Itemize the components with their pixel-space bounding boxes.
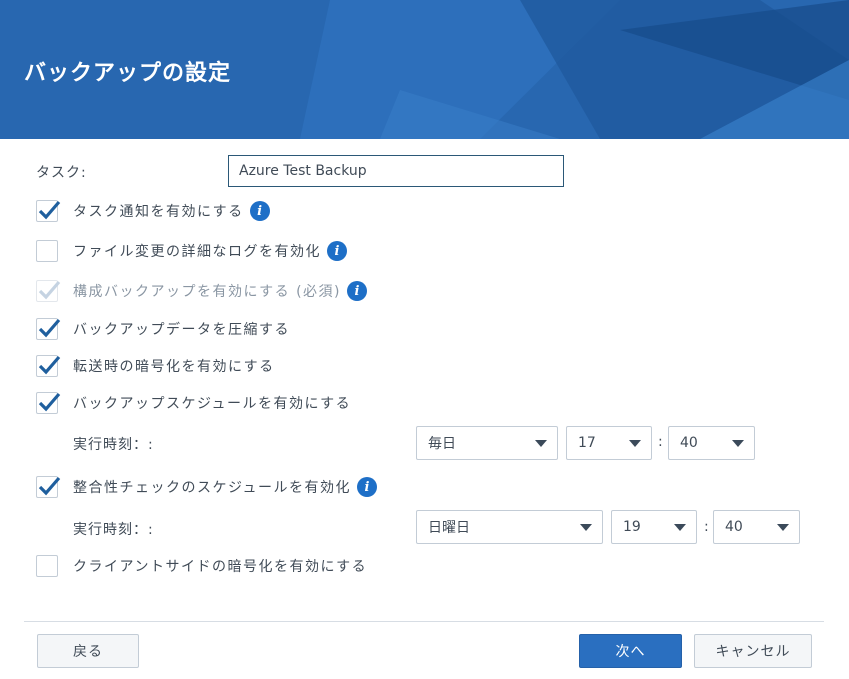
chevron-down-icon: [732, 440, 744, 447]
chevron-down-icon: [535, 440, 547, 447]
compress-data-checkbox[interactable]: [36, 318, 61, 340]
compress-data-label: バックアップデータを圧縮する: [73, 322, 290, 338]
backup-run-time-label: 実行時刻：:: [73, 437, 154, 453]
chevron-down-icon: [629, 440, 641, 447]
option-config-backup: 構成バックアップを有効にする (必須) i: [36, 278, 368, 304]
checkmark-icon: [38, 318, 61, 338]
time-separator: :: [658, 434, 663, 450]
header-banner: バックアップの設定: [0, 0, 849, 139]
backup-frequency-select[interactable]: 毎日: [416, 426, 558, 460]
backup-minute-select[interactable]: 40: [668, 426, 755, 460]
task-notification-checkbox[interactable]: [36, 200, 61, 222]
info-icon[interactable]: i: [357, 477, 378, 497]
footer-divider: [24, 621, 824, 622]
client-side-encryption-label: クライアントサイドの暗号化を有効にする: [73, 559, 368, 575]
info-icon[interactable]: i: [347, 281, 368, 301]
next-button[interactable]: 次へ: [579, 634, 682, 668]
task-notification-label: タスク通知を有効にする: [73, 204, 244, 220]
task-name-input[interactable]: [228, 155, 564, 187]
checkmark-icon: [38, 392, 61, 412]
integrity-check-label: 整合性チェックのスケジュールを有効化: [73, 480, 352, 496]
chevron-down-icon: [674, 524, 686, 531]
backup-schedule-label: バックアップスケジュールを有効にする: [73, 396, 352, 412]
option-compress-data[interactable]: バックアップデータを圧縮する: [36, 316, 290, 342]
info-icon[interactable]: i: [249, 201, 270, 221]
backup-minute-value: 40: [680, 435, 698, 451]
integrity-run-time-label: 実行時刻：:: [73, 522, 154, 538]
backup-hour-select[interactable]: 17: [566, 426, 652, 460]
config-backup-label: 構成バックアップを有効にする (必須): [73, 284, 342, 300]
checkmark-icon: [38, 355, 61, 375]
client-side-encryption-checkbox[interactable]: [36, 555, 58, 577]
backup-schedule-checkbox[interactable]: [36, 392, 61, 414]
option-integrity-check[interactable]: 整合性チェックのスケジュールを有効化 i: [36, 474, 378, 500]
checkmark-icon: [38, 476, 61, 496]
option-file-change-log[interactable]: ファイル変更の詳細なログを有効化 i: [36, 238, 347, 264]
info-icon[interactable]: i: [327, 241, 347, 261]
option-task-notification[interactable]: タスク通知を有効にする i: [36, 198, 270, 224]
chevron-down-icon: [580, 524, 592, 531]
task-label: タスク:: [36, 165, 87, 181]
transfer-encryption-label: 転送時の暗号化を有効にする: [73, 359, 275, 375]
chevron-down-icon: [777, 524, 789, 531]
integrity-hour-value: 19: [623, 519, 641, 535]
checkmark-icon: [38, 200, 61, 220]
integrity-minute-select[interactable]: 40: [713, 510, 800, 544]
file-change-log-checkbox[interactable]: [36, 240, 58, 262]
cancel-button[interactable]: キャンセル: [694, 634, 812, 668]
option-backup-schedule[interactable]: バックアップスケジュールを有効にする: [36, 390, 351, 416]
transfer-encryption-checkbox[interactable]: [36, 355, 61, 377]
integrity-frequency-select[interactable]: 日曜日: [416, 510, 603, 544]
integrity-hour-select[interactable]: 19: [611, 510, 697, 544]
integrity-frequency-value: 日曜日: [428, 520, 470, 536]
backup-hour-value: 17: [578, 435, 596, 451]
option-client-side-encryption[interactable]: クライアントサイドの暗号化を有効にする: [36, 553, 367, 579]
backup-frequency-value: 毎日: [428, 436, 456, 452]
integrity-minute-value: 40: [725, 519, 743, 535]
file-change-log-label: ファイル変更の詳細なログを有効化: [73, 244, 321, 260]
checkmark-icon: [38, 280, 61, 300]
time-separator: :: [704, 519, 709, 535]
back-button[interactable]: 戻る: [37, 634, 139, 668]
config-backup-checkbox: [36, 280, 61, 302]
option-transfer-encryption[interactable]: 転送時の暗号化を有効にする: [36, 353, 275, 379]
integrity-check-checkbox[interactable]: [36, 476, 61, 498]
dialog-title: バックアップの設定: [24, 61, 232, 86]
